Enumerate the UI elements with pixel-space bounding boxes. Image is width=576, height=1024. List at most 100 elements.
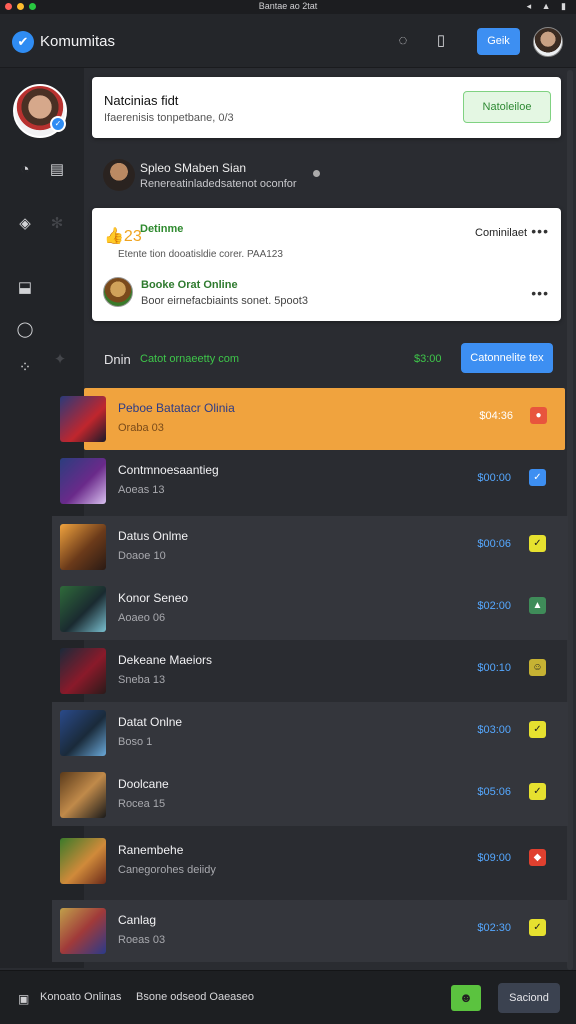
user-avatar[interactable]	[533, 27, 563, 57]
settings-icon[interactable]: ✻	[47, 214, 67, 234]
notice-title: Natcinias fidt	[104, 93, 179, 108]
game-subtitle: Aoeas 13	[118, 484, 165, 496]
game-subtitle: Rocea 15	[118, 798, 166, 810]
app-header: ✔ Komumitas ◌ ▯ Geik	[0, 14, 576, 68]
feed-card: 👍23 Detinme Etente tion dooatisldie core…	[92, 208, 561, 321]
game-price: $02:30	[477, 922, 511, 934]
game-thumbnail	[60, 908, 106, 954]
window-titlebar: Bantae ao 2tat ◂ ▲ ▮	[0, 0, 576, 14]
game-tag-icon[interactable]: ◆	[529, 849, 546, 866]
activity-status-dot	[313, 170, 320, 177]
game-thumbnail	[60, 524, 106, 570]
game-subtitle: Canegorohes deiidy	[118, 864, 216, 876]
activity-avatar[interactable]	[103, 159, 135, 191]
notice-subtitle: Ifaerenisis tonpetbane, 0/3	[104, 112, 234, 124]
game-title: Doolcane	[118, 777, 169, 791]
game-row[interactable]: Doolcane Rocea 15 $05:06 ✓	[52, 764, 568, 826]
game-subtitle: Boso 1	[118, 736, 153, 748]
clock-icon[interactable]: ◔	[15, 160, 35, 180]
game-thumbnail	[60, 838, 106, 884]
game-title: Canlag	[118, 913, 157, 927]
game-tag-icon[interactable]: ✓	[529, 469, 546, 486]
send-button[interactable]: Saciond	[498, 983, 560, 1013]
game-price: $00:00	[477, 472, 511, 484]
filter-price: $3:00	[414, 353, 442, 365]
game-title: Konor Seneo	[118, 591, 189, 605]
game-price: $00:06	[477, 538, 511, 550]
filter-action-button[interactable]: Catonnelite tex	[461, 343, 553, 373]
feed-item-title: Booke Orat Online	[141, 279, 238, 291]
filter-label: Dnin	[104, 352, 131, 367]
game-title: Datus Onlme	[118, 529, 189, 543]
game-subtitle: Oraba 03	[118, 422, 164, 434]
game-thumbnail	[60, 458, 106, 504]
game-tag-icon[interactable]: ●	[530, 407, 547, 424]
game-price: $04:36	[479, 410, 513, 422]
status-icons: ◂ ▲ ▮	[526, 1, 570, 11]
verified-badge-icon: ✓	[50, 116, 66, 132]
game-tag-icon[interactable]: ▲	[529, 597, 546, 614]
extra-icon[interactable]: ✦	[50, 350, 70, 370]
game-tag-icon[interactable]: ☺	[529, 659, 546, 676]
more-options-icon[interactable]: •••	[531, 285, 549, 301]
notification-icon[interactable]: ◌	[393, 31, 413, 51]
game-row[interactable]: Datat Onlne Boso 1 $03:00 ✓	[52, 702, 568, 764]
game-tag-icon[interactable]: ✓	[529, 783, 546, 800]
game-thumbnail	[60, 648, 106, 694]
game-thumbnail	[60, 396, 106, 442]
get-button[interactable]: Geik	[477, 28, 520, 55]
game-thumbnail	[60, 710, 106, 756]
feed-item-title: Detinme	[140, 223, 184, 235]
game-row[interactable]: Datus Onlme Doaoe 10 $00:06 ✓	[52, 516, 568, 578]
game-thumbnail	[60, 772, 106, 818]
game-thumbnail	[60, 586, 106, 632]
game-row[interactable]: Contmnoesaantieg Aoeas 13 $00:00 ✓	[52, 450, 568, 512]
feed-item-subtitle: Etente tion dooatisldie corer. PAA123	[118, 249, 283, 260]
game-tag-icon[interactable]: ✓	[529, 919, 546, 936]
game-price: $00:10	[477, 662, 511, 674]
feed-item-comment-label[interactable]: Cominilaet	[475, 227, 527, 239]
footer-bar: ▣ Konoato Onlinas Bsone odseod Oaeaseo ☻…	[0, 970, 576, 1024]
game-price: $05:06	[477, 786, 511, 798]
game-subtitle: Roeas 03	[118, 934, 166, 946]
game-row[interactable]: Canlag Roeas 03 $02:30 ✓	[52, 900, 568, 962]
search-icon[interactable]: ◯	[15, 320, 35, 340]
notice-action-button[interactable]: Natoleiloe	[463, 91, 551, 123]
window-title: Bantae ao 2tat	[258, 1, 318, 11]
game-price: $02:00	[477, 600, 511, 612]
game-title: Peboe Batatacr Olinia	[118, 401, 235, 415]
tag-icon[interactable]: ◈	[15, 214, 35, 234]
game-subtitle: Doaoe 10	[118, 550, 166, 562]
game-title: Dekeane Maeiors	[118, 653, 213, 667]
game-price: $03:00	[477, 724, 511, 736]
game-title: Datat Onlne	[118, 715, 183, 729]
game-price: $09:00	[477, 852, 511, 864]
device-icon[interactable]: ▯	[431, 31, 451, 51]
footer-status-text: Konoato Onlinas	[40, 991, 122, 1003]
inbox-icon[interactable]: ⬓	[15, 278, 35, 298]
game-row[interactable]: Konor Seneo Aoaeo 06 $02:00 ▲	[52, 578, 568, 640]
game-row[interactable]: Dekeane Maeiors Sneba 13 $00:10 ☺	[52, 640, 568, 702]
grid-icon[interactable]: ⁘	[15, 358, 35, 378]
game-row[interactable]: Ranembehe Canegorohes deiidy $09:00 ◆	[52, 830, 568, 892]
thumbs-up-icon: 👍23	[104, 228, 142, 245]
emoji-icon[interactable]: ☻	[451, 985, 481, 1011]
game-subtitle: Aoaeo 06	[118, 612, 166, 624]
game-tag-icon[interactable]: ✓	[529, 721, 546, 738]
more-options-icon[interactable]: •••	[531, 223, 549, 239]
notice-card: Natcinias fidt Ifaerenisis tonpetbane, 0…	[92, 77, 561, 138]
app-brand: Komumitas	[40, 33, 116, 50]
footer-info-text: Bsone odseod Oaeaseo	[136, 991, 255, 1003]
game-tag-icon[interactable]: ✓	[529, 535, 546, 552]
folder-icon[interactable]: ▤	[47, 160, 67, 180]
activity-title: Spleo SMaben Sian	[140, 161, 247, 175]
filter-link[interactable]: Catot ornaeetty com	[140, 353, 239, 365]
activity-subtitle: Renereatinladedsatenot oconfor	[140, 178, 297, 190]
game-title: Contmnoesaantieg	[118, 463, 219, 477]
game-title: Ranembehe	[118, 843, 184, 857]
game-subtitle: Sneba 13	[118, 674, 166, 686]
feed-item-avatar[interactable]	[103, 277, 133, 307]
footer-menu-icon[interactable]: ▣	[18, 992, 29, 1006]
feed-item-subtitle: Boor eirnefacbiaints sonet. 5poot3	[141, 295, 308, 307]
game-row[interactable]: Peboe Batatacr Olinia Oraba 03 $04:36 ●	[60, 388, 565, 450]
